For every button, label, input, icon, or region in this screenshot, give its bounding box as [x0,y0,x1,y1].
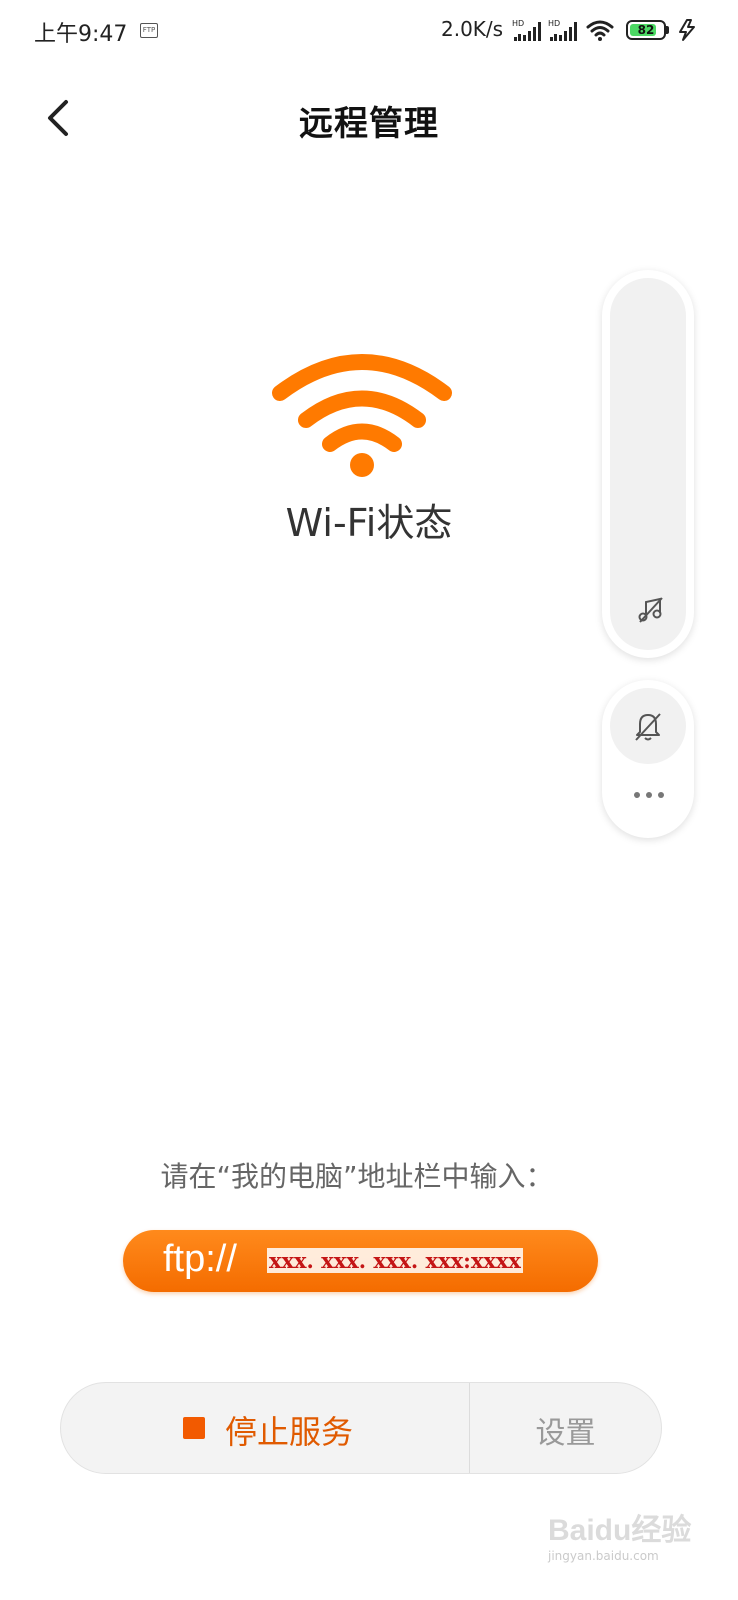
signal-icon: HD [548,19,577,41]
svg-text:HD: HD [548,19,560,28]
floating-panel-slider[interactable] [610,278,686,650]
floating-panel-top [602,270,694,658]
baidu-watermark: Baidu经验 jingyan.baidu.com [548,1495,698,1565]
battery-icon: 82 [626,20,666,40]
signal-icon: HD [512,19,541,41]
floating-panel-bottom [602,680,694,838]
status-time: 上午9:47 [34,22,128,47]
status-bar: 上午9:47 FTP 2.0K/s HD HD 82 [0,0,738,62]
page-title: 远程管理 [299,104,439,144]
battery-cap [666,26,669,34]
screen: 上午9:47 FTP 2.0K/s HD HD 82 远程管理 Wi-Fi状态 … [0,0,738,1600]
ftp-address-pill[interactable]: ftp:// xxx. xxx. xxx. xxx:xxxx [123,1230,598,1292]
stop-service-button[interactable]: 停止服务 [61,1383,469,1473]
mute-button[interactable] [610,688,686,764]
battery-level: 82 [637,23,655,37]
watermark-text: Baidu经验 [548,1514,692,1547]
svg-text:HD: HD [512,19,524,28]
settings-label: 设置 [535,1416,596,1451]
settings-button[interactable]: 设置 [470,1383,661,1473]
more-icon[interactable] [632,790,666,800]
watermark-sub: jingyan.baidu.com [548,1549,659,1563]
network-speed: 2.0K/s [441,17,504,41]
bell-off-icon [635,713,661,741]
action-bar: 停止服务 设置 [60,1382,662,1474]
ftp-prefix: ftp:// [163,1238,237,1280]
music-off-icon[interactable] [636,596,664,624]
wifi-icon [586,20,614,41]
stop-service-label: 停止服务 [225,1413,354,1451]
instruction-text: 请在“我的电脑”地址栏中输入： [160,1160,554,1193]
wifi-status-icon [272,354,452,477]
ftp-address-masked: xxx. xxx. xxx. xxx:xxxx [267,1248,523,1273]
ftp-icon: FTP [140,23,158,38]
stop-icon [183,1417,205,1439]
charging-icon [679,19,695,41]
